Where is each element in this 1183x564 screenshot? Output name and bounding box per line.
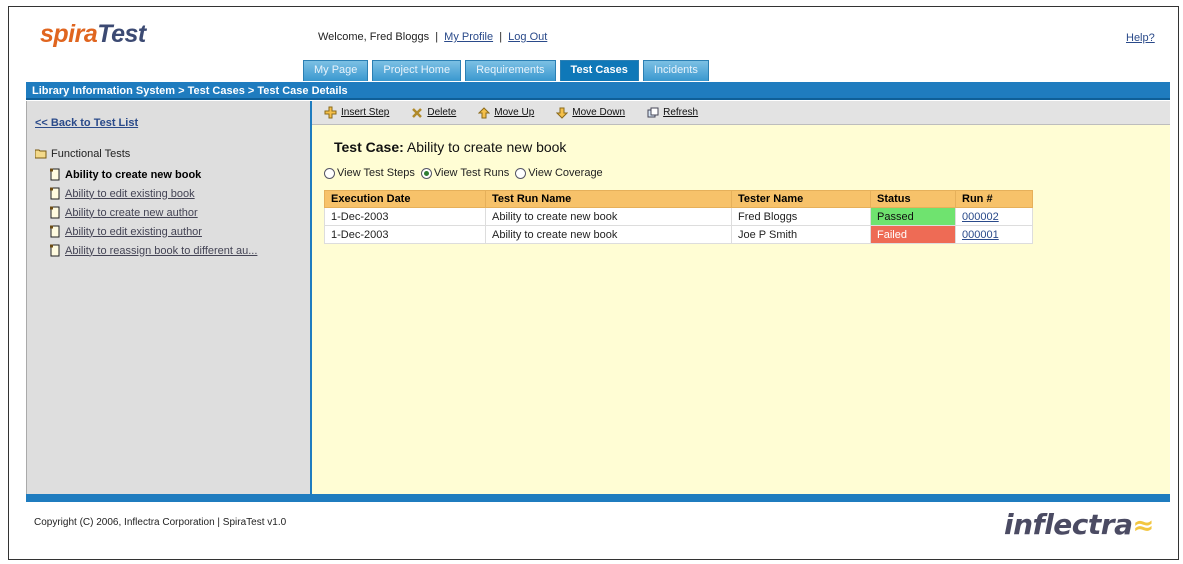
plus-icon <box>324 106 337 119</box>
my-profile-link[interactable]: My Profile <box>444 31 493 43</box>
arrow-up-icon <box>478 106 491 118</box>
test-case-label: Test Case: <box>334 139 404 155</box>
test-case-icon <box>50 244 60 257</box>
welcome-bar: Welcome, Fred Bloggs | My Profile | Log … <box>318 31 548 43</box>
footer-divider <box>26 494 1170 502</box>
test-case-name: Ability to create new book <box>406 139 567 155</box>
back-to-test-list-link[interactable]: << Back to Test List <box>35 117 138 129</box>
move-down-button[interactable]: Move Down <box>556 107 625 119</box>
copyright-text: Copyright (C) 2006, Inflectra Corporatio… <box>34 517 287 528</box>
test-case-icon <box>50 187 60 200</box>
test-case-icon <box>50 225 60 238</box>
test-case-icon <box>50 168 60 181</box>
table-header-row: Execution Date Test Run Name Tester Name… <box>324 190 1033 208</box>
tab-requirements[interactable]: Requirements <box>465 60 556 81</box>
column-header[interactable]: Execution Date <box>324 190 486 208</box>
tree-item-link[interactable]: Ability to edit existing author <box>65 226 202 238</box>
column-header[interactable]: Status <box>870 190 956 208</box>
tree-item-link[interactable]: Ability to reassign book to different au… <box>65 245 257 257</box>
radio-label: View Test Steps <box>337 167 415 179</box>
column-header[interactable]: Tester Name <box>731 190 871 208</box>
breadcrumb: Library Information System > Test Cases … <box>26 82 1170 100</box>
tree-folder[interactable]: Functional Tests <box>35 148 130 160</box>
test-run-name-cell: Ability to create new book <box>485 207 732 226</box>
tester-name-cell: Fred Bloggs <box>731 207 871 226</box>
tree-item-reassign-book[interactable]: Ability to reassign book to different au… <box>49 241 257 260</box>
radio-label: View Test Runs <box>433 167 510 179</box>
tree-item-link[interactable]: Ability to edit existing book <box>65 188 195 200</box>
radio-label: View Coverage <box>528 167 603 179</box>
refresh-icon <box>647 107 659 117</box>
tab-incidents[interactable]: Incidents <box>642 60 709 81</box>
sidebar: << Back to Test List Functional Tests Ab… <box>26 101 312 494</box>
move-down-label: Move Down <box>572 107 626 118</box>
radio-selected-icon <box>420 167 432 179</box>
tree-item-edit-author[interactable]: Ability to edit existing author <box>49 222 257 241</box>
log-out-link[interactable]: Log Out <box>508 31 547 43</box>
delete-label: Delete <box>427 107 457 118</box>
view-options: View Test Steps View Test Runs View Cove… <box>324 167 603 179</box>
main-tabs: My Page Project Home Requirements Test C… <box>303 60 709 81</box>
column-header[interactable]: Test Run Name <box>485 190 732 208</box>
arrow-down-icon <box>556 107 569 119</box>
test-case-icon <box>50 206 60 219</box>
main-panel: Insert Step Delete Move Up Move Down Ref… <box>312 101 1170 494</box>
insert-step-label: Insert Step <box>341 107 390 118</box>
help-link[interactable]: Help? <box>1126 32 1155 44</box>
view-test-steps-radio[interactable]: View Test Steps <box>324 167 415 179</box>
welcome-text: Welcome, Fred Bloggs <box>318 31 430 43</box>
view-coverage-radio[interactable]: View Coverage <box>515 167 603 179</box>
table-row: 1-Dec-2003 Ability to create new book Jo… <box>324 225 1033 244</box>
tree-item-link[interactable]: Ability to create new author <box>65 207 198 219</box>
inflectra-logo: inflectra≈ <box>1004 508 1154 541</box>
tab-project-home[interactable]: Project Home <box>372 60 462 81</box>
refresh-label: Refresh <box>663 107 699 118</box>
run-number-link[interactable]: 000001 <box>962 229 999 241</box>
test-runs-table: Execution Date Test Run Name Tester Name… <box>324 190 1033 244</box>
page-title: Test Case: Ability to create new book <box>334 139 566 155</box>
delete-icon <box>412 107 423 118</box>
toolbar: Insert Step Delete Move Up Move Down Ref… <box>312 101 1170 125</box>
view-test-runs-radio[interactable]: View Test Runs <box>420 167 510 179</box>
run-number-link[interactable]: 000002 <box>962 211 999 223</box>
run-number-cell: 000002 <box>955 207 1033 226</box>
run-number-cell: 000001 <box>955 225 1033 244</box>
tree-item-edit-book[interactable]: Ability to edit existing book <box>49 184 257 203</box>
status-badge: Passed <box>870 207 956 226</box>
execution-date-cell: 1-Dec-2003 <box>324 207 486 226</box>
status-badge: Failed <box>870 225 956 244</box>
execution-date-cell: 1-Dec-2003 <box>324 225 486 244</box>
tester-name-cell: Joe P Smith <box>731 225 871 244</box>
tree-item-create-book[interactable]: Ability to create new book <box>49 165 257 184</box>
move-up-button[interactable]: Move Up <box>478 106 535 119</box>
radio-icon <box>324 167 335 179</box>
radio-icon <box>515 167 527 179</box>
tree-item-label: Ability to create new book <box>65 168 202 181</box>
refresh-button[interactable]: Refresh <box>647 107 698 119</box>
test-case-tree: Ability to create new book Ability to ed… <box>49 165 257 260</box>
column-header[interactable]: Run # <box>955 190 1033 208</box>
test-run-name-cell: Ability to create new book <box>485 225 732 244</box>
table-row: 1-Dec-2003 Ability to create new book Fr… <box>324 207 1033 226</box>
delete-button[interactable]: Delete <box>411 107 456 119</box>
folder-label: Functional Tests <box>51 148 131 160</box>
tab-my-page[interactable]: My Page <box>303 60 369 81</box>
tree-item-create-author[interactable]: Ability to create new author <box>49 203 257 222</box>
folder-icon <box>35 149 47 159</box>
insert-step-button[interactable]: Insert Step <box>324 106 389 119</box>
move-up-label: Move Up <box>494 107 535 118</box>
tab-test-cases[interactable]: Test Cases <box>559 60 639 81</box>
spiratest-logo: spiraTest <box>40 20 146 48</box>
